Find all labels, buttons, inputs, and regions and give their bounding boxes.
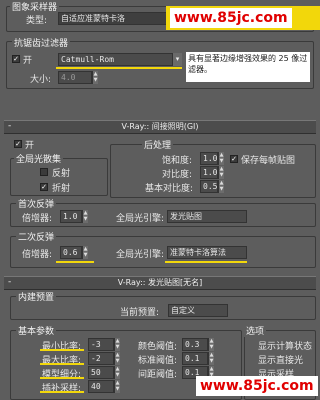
gi-contrast-base-input[interactable]: 0.5 [200,180,218,193]
primary-engine-value: 发光贴图 [170,212,202,221]
gi-contrast-base-spinner[interactable]: ▲ ▼ [218,180,224,193]
gi-contrast-base-value: 0.5 [203,182,218,191]
show-calc-label: 显示计算状态 [258,342,313,352]
gi-caustics-title: 全局光散集 [14,152,64,165]
gi-contrast-value: 1.0 [203,168,218,177]
max-rate-input[interactable]: -2 [88,352,114,365]
hsph-spinner[interactable]: ▲ ▼ [114,366,120,379]
gi-refractive-label: 折射 [52,184,71,194]
preset-value: 自定义 [171,306,195,315]
clr-thresh-value: 0.3 [185,340,200,349]
gi-contrast-spinner[interactable]: ▲ ▼ [218,166,224,179]
secondary-mult-spinner[interactable]: ▲ ▼ [82,246,88,259]
secondary-mult-label: 倍增器: [22,250,53,260]
hsph-value: 50 [91,368,101,377]
primary-mult-label: 倍增器: [22,214,53,224]
secondary-mult-value: 0.6 [63,248,78,257]
max-rate-value: -2 [91,354,101,363]
image-sampler-title: 图象采样器 [10,0,60,13]
primary-bounce-title: 首次反弹 [16,197,57,210]
secondary-mult-underline [56,261,94,263]
secondary-engine-value: 准蒙特卡洛算法 [170,248,226,257]
preset-dropdown[interactable]: 自定义 [168,304,228,317]
gi-saturation-label: 饱和度: [162,156,193,166]
aa-filter-dropdown[interactable]: Catmull-Rom [58,53,182,66]
primary-mult-input[interactable]: 1.0 [60,210,82,223]
min-rate-underline [40,349,84,351]
secondary-engine-underline [165,261,247,263]
gi-save-map-label: 保存每帧贴图 [241,156,296,166]
secondary-bounce-title: 二次反弹 [16,230,57,243]
preset-title: 内建预置 [16,290,57,303]
irradiance-rollout-minus[interactable]: - [8,276,11,288]
nrm-thresh-label: 标准阈值: [138,356,178,366]
interp-spinner[interactable]: ▲ ▼ [114,380,120,393]
gi-post-title: 后处理 [142,138,174,151]
preset-current-label: 当前预置: [120,308,160,318]
show-direct-label: 显示直接光 [258,356,304,366]
primary-engine-label: 全局光引擎: [116,214,165,224]
clr-thresh-input[interactable]: 0.3 [182,338,208,351]
sampler-type-label: 类型: [26,16,48,26]
aa-size-value: 4.0 [61,73,76,82]
irradiance-rollout-header[interactable]: V-Ray:: 发光贴图[无名] [4,276,316,290]
interp-input[interactable]: 40 [88,380,114,393]
aa-filter-on-checkbox[interactable]: ✓ [12,55,20,63]
watermark-bottom: www.85jc.com [196,376,318,396]
irradiance-rollout-title: V-Ray:: 发光贴图[无名] [117,278,203,287]
primary-mult-spinner[interactable]: ▲ ▼ [82,210,88,223]
nrm-thresh-value: 0.1 [185,354,200,363]
clr-thresh-label: 颜色阈值: [138,342,178,352]
secondary-engine-label: 全局光引擎: [116,250,165,260]
secondary-engine-dropdown[interactable]: 准蒙特卡洛算法 [167,246,247,259]
gi-refractive-checkbox[interactable]: ✓ [40,183,48,191]
gi-save-map-checkbox[interactable]: ✓ [230,155,238,163]
aa-filter-on-label: 开 [23,56,33,66]
aa-filter-title: 抗锯齿过滤器 [12,36,71,49]
gi-on-checkbox[interactable]: ✓ [14,140,22,148]
aa-size-spinner[interactable]: ▲ ▼ [92,71,98,84]
primary-mult-value: 1.0 [63,212,78,221]
watermark-top: www.85jc.com [170,8,292,28]
clr-thresh-spinner[interactable]: ▲ ▼ [208,338,214,351]
nrm-thresh-input[interactable]: 0.1 [182,352,208,365]
gi-saturation-spinner[interactable]: ▲ ▼ [218,152,224,165]
primary-engine-dropdown[interactable]: 发光贴图 [167,210,247,223]
gi-rollout-title: V-Ray:: 间接照明(GI) [121,122,199,131]
gi-contrast-label: 对比度: [162,170,193,180]
max-rate-spinner[interactable]: ▲ ▼ [114,352,120,365]
gi-on-label: 开 [25,141,35,151]
max-rate-underline [40,363,84,365]
sampler-type-value: 自适应准蒙特卡洛 [61,14,125,23]
aa-size-label: 大小: [30,75,52,85]
hsph-underline [40,377,84,379]
gi-rollout-minus[interactable]: - [8,120,11,132]
secondary-mult-input[interactable]: 0.6 [60,246,82,259]
interp-value: 40 [91,382,101,391]
gi-contrast-base-label: 基本对比度: [145,184,194,194]
aa-filter-underline [56,67,182,69]
hsph-input[interactable]: 50 [88,366,114,379]
gi-reflective-checkbox[interactable] [40,168,48,176]
gi-saturation-input[interactable]: 1.0 [200,152,218,165]
min-rate-input[interactable]: -3 [88,338,114,351]
gi-saturation-value: 1.0 [203,154,218,163]
aa-size-input[interactable]: 4.0 [58,71,92,84]
basic-params-title: 基本参数 [16,324,57,337]
aa-filter-value: Catmull-Rom [61,55,114,64]
gi-reflective-label: 反射 [52,169,71,179]
options-title: 选项 [244,324,267,337]
dist-thresh-label: 间距阈值: [138,370,178,380]
aa-filter-dropdown-arrow-icon[interactable]: ▾ [172,53,182,66]
gi-rollout-header[interactable]: V-Ray:: 间接照明(GI) [4,120,316,134]
min-rate-spinner[interactable]: ▲ ▼ [114,338,120,351]
interp-underline [40,391,84,393]
gi-contrast-input[interactable]: 1.0 [200,166,218,179]
nrm-thresh-spinner[interactable]: ▲ ▼ [208,352,214,365]
aa-filter-description: 具有显著边缘增强效果的 25 像过滤器。 [186,52,310,82]
sampler-type-dropdown[interactable]: 自适应准蒙特卡洛 [58,12,168,25]
min-rate-value: -3 [91,340,101,349]
